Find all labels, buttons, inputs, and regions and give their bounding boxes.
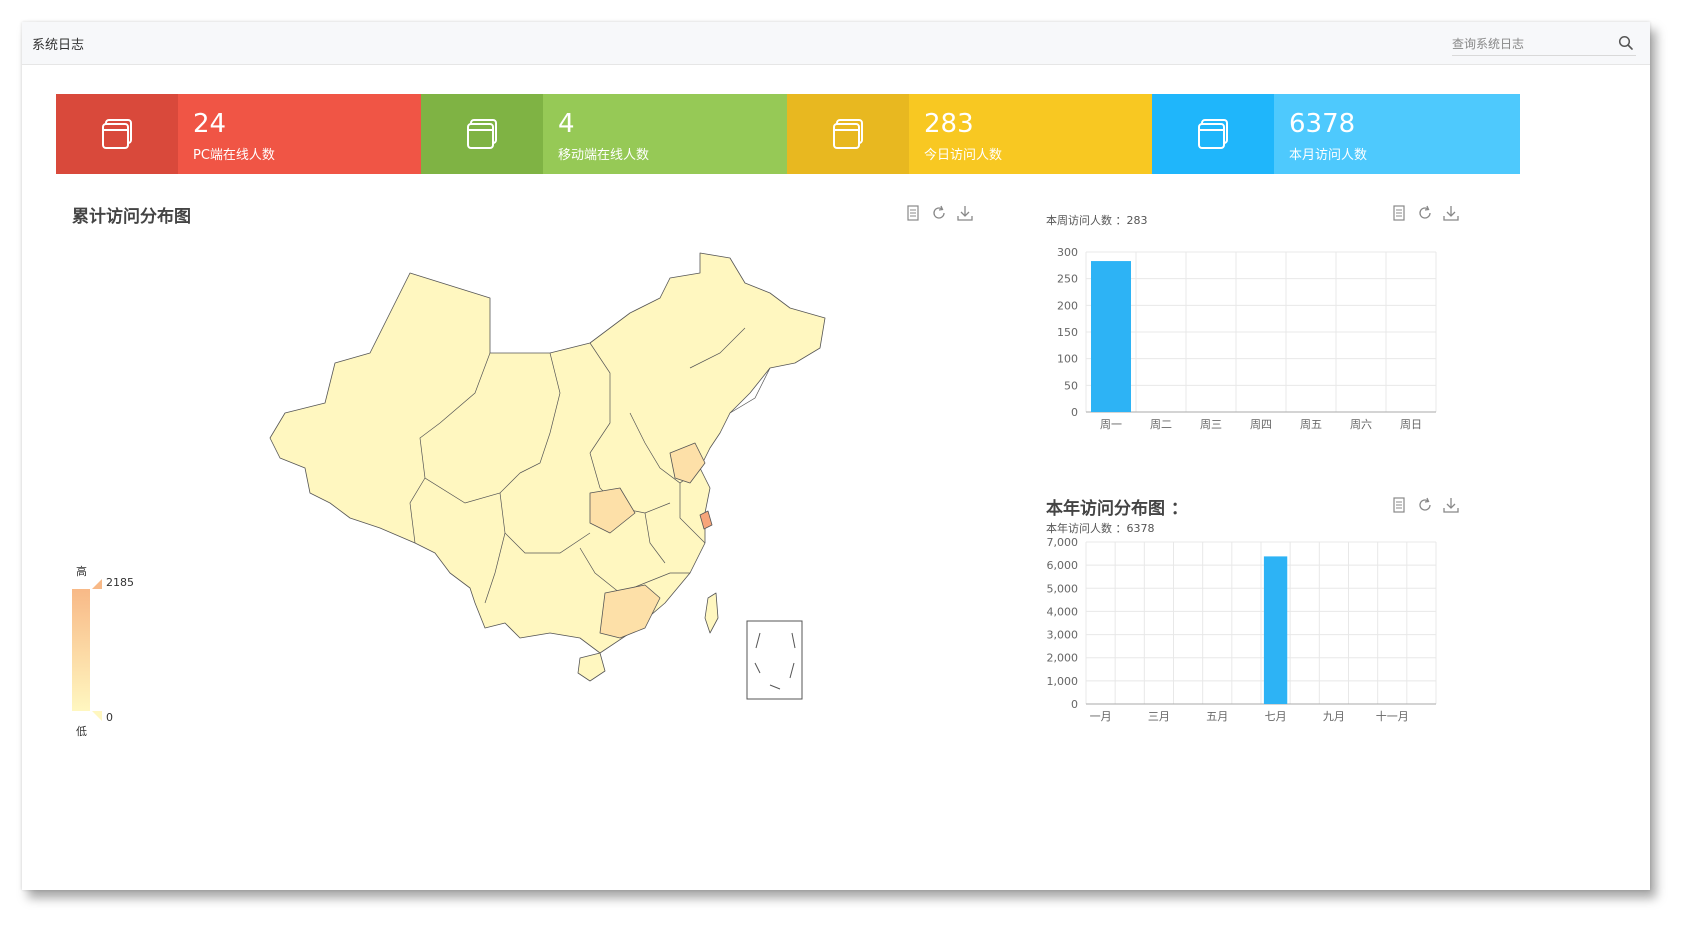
y-tick-label: 7,000 — [1047, 536, 1079, 549]
window-icon — [467, 119, 497, 149]
search-input[interactable] — [1452, 34, 1610, 54]
stat-card[interactable]: 6378 本月访问人数 — [1152, 94, 1520, 174]
y-tick-label: 6,000 — [1047, 559, 1079, 572]
y-tick-label: 2,000 — [1047, 652, 1079, 665]
download-icon[interactable] — [1442, 496, 1460, 514]
x-tick-label: 周二 — [1150, 418, 1172, 431]
x-tick-label: 周三 — [1200, 418, 1222, 431]
year-bar-chart[interactable]: 0 1,000 2,000 3,000 4,000 5,000 6,000 7,000 一月 三月… — [1040, 530, 1460, 740]
y-tick-label: 1,000 — [1047, 675, 1079, 688]
x-tick-label: 周四 — [1250, 418, 1272, 431]
map-regions — [269, 252, 826, 700]
window-icon — [1198, 119, 1228, 149]
y-tick-label: 4,000 — [1047, 605, 1079, 618]
year-toolbox — [1390, 496, 1460, 514]
stat-card-label: 今日访问人数 — [924, 148, 1003, 163]
week-toolbox — [1390, 204, 1460, 222]
y-tick-label: 200 — [1057, 299, 1078, 312]
map-region-hainan[interactable] — [577, 652, 606, 682]
data-view-icon[interactable] — [1390, 204, 1408, 222]
legend-high-label: 高 — [76, 565, 87, 578]
stat-card[interactable]: 4 移动端在线人数 — [421, 94, 789, 174]
y-tick-label: 5,000 — [1047, 582, 1079, 595]
search-box — [1452, 32, 1636, 56]
stat-card-label: PC端在线人数 — [193, 148, 275, 163]
x-tick-label: 七月 — [1265, 710, 1287, 723]
x-tick-label: 十一月 — [1376, 709, 1409, 723]
x-tick-label: 九月 — [1323, 710, 1345, 723]
window-icon — [102, 119, 132, 149]
data-view-icon[interactable] — [1390, 496, 1408, 514]
refresh-icon[interactable] — [1416, 496, 1434, 514]
week-chart-subtitle: 本周访问人数 ：283 — [1046, 214, 1148, 227]
stat-card-count: 6378 — [1289, 109, 1356, 139]
legend-min-value: 0 — [106, 711, 113, 724]
map-region-taiwan[interactable] — [704, 592, 719, 634]
search-icon[interactable] — [1618, 35, 1634, 51]
map-toolbox — [904, 204, 974, 222]
top-bar: 系统日志 — [22, 22, 1650, 65]
bar[interactable] — [1091, 261, 1131, 412]
y-tick-label: 300 — [1057, 246, 1078, 259]
legend-max-value: 2185 — [106, 576, 134, 589]
refresh-icon[interactable] — [1416, 204, 1434, 222]
download-icon[interactable] — [956, 204, 974, 222]
y-tick-label: 3,000 — [1047, 629, 1079, 642]
y-tick-label: 100 — [1057, 353, 1078, 366]
download-icon[interactable] — [1442, 204, 1460, 222]
y-tick-label: 250 — [1057, 273, 1078, 286]
x-tick-label: 周六 — [1350, 418, 1372, 431]
y-tick-label: 0 — [1071, 698, 1078, 711]
year-chart-title: 本年访问分布图 ： — [1046, 499, 1188, 519]
stat-card-count: 283 — [924, 109, 974, 139]
stat-card-count: 4 — [558, 109, 575, 139]
stat-card[interactable]: 24 PC端在线人数 — [56, 94, 424, 174]
stat-card-label: 移动端在线人数 — [558, 148, 650, 163]
stat-card[interactable]: 283 今日访问人数 — [787, 94, 1155, 174]
page-title: 系统日志 — [32, 38, 85, 53]
legend-low-label: 低 — [76, 725, 87, 738]
x-tick-label: 周日 — [1400, 418, 1422, 431]
map-region-guangdong[interactable] — [599, 584, 661, 639]
stat-card-icon-area — [1152, 94, 1274, 174]
data-view-icon[interactable] — [904, 204, 922, 222]
stat-card-icon-area — [421, 94, 543, 174]
dashboard-content: 24 PC端在线人数 4 移动端在线人数 283 今日访问人数 6378 本月访问人数 累计访… — [30, 78, 1634, 878]
stat-card-count: 24 — [193, 109, 227, 139]
stat-card-icon-area — [56, 94, 178, 174]
y-tick-label: 50 — [1064, 379, 1078, 392]
map-panel-title: 累计访问分布图 — [72, 207, 191, 227]
x-tick-label: 一月 — [1090, 710, 1112, 723]
x-tick-label: 周一 — [1100, 418, 1122, 431]
week-bar-chart[interactable]: 0 50 100 150 200 250 300 周一 周二 周三 周四 周五 周六 周日 — [1040, 238, 1460, 438]
app-window: 系统日志 24 PC端在线人数 4 移动端在线人数 283 今日访问人数 6378 本月访问人… — [22, 22, 1650, 890]
x-tick-label: 三月 — [1148, 710, 1170, 723]
bar[interactable] — [1263, 556, 1288, 704]
y-tick-label: 150 — [1057, 326, 1078, 339]
refresh-icon[interactable] — [930, 204, 948, 222]
x-tick-label: 五月 — [1206, 710, 1228, 723]
stat-card-icon-area — [787, 94, 909, 174]
stat-card-label: 本月访问人数 — [1289, 148, 1368, 163]
x-tick-label: 周五 — [1300, 418, 1322, 431]
y-tick-label: 0 — [1071, 406, 1078, 419]
china-map[interactable] — [250, 252, 826, 700]
window-icon — [833, 119, 863, 149]
map-region-mainland[interactable] — [269, 252, 826, 654]
